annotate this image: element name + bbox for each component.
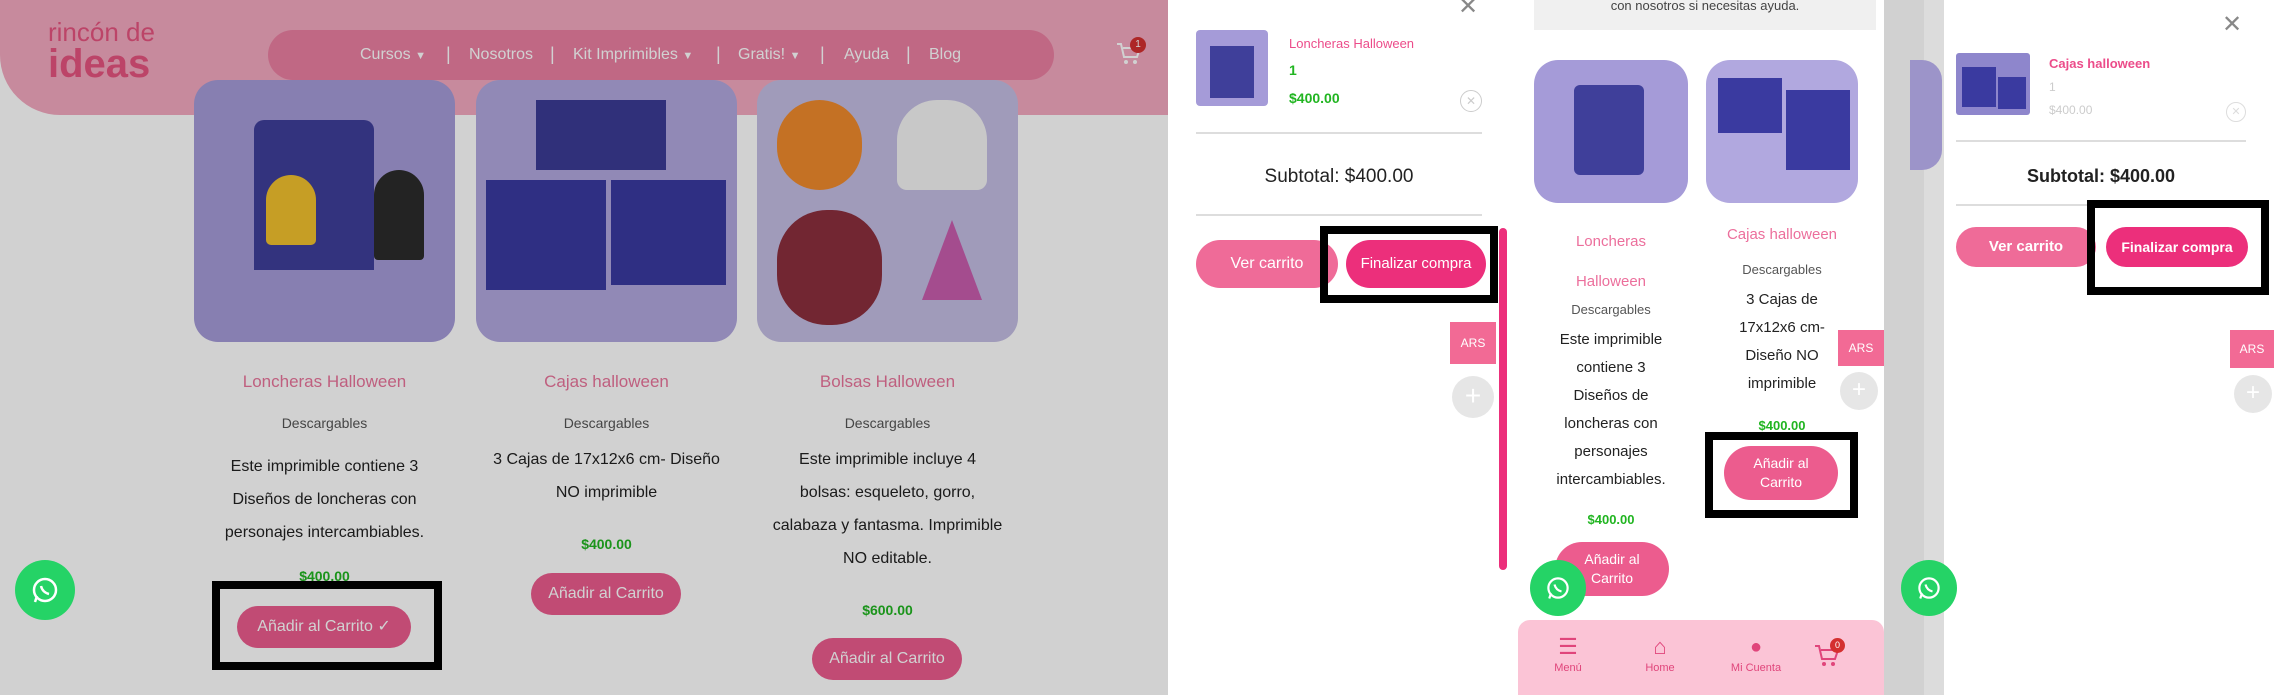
mobile-page: con nosotros si necesitas ayuda. Loncher… [1518, 0, 1924, 695]
currency-badge[interactable]: ARS [1838, 330, 1884, 366]
cart-item-thumbnail[interactable] [1196, 30, 1268, 106]
product-title[interactable]: Cajas halloween [1706, 226, 1858, 243]
cart-item-price: $400.00 [2049, 103, 2093, 117]
whatsapp-button[interactable] [1530, 560, 1586, 616]
bottom-nav-home[interactable]: ⌂ Home [1630, 634, 1690, 675]
product-price: $400.00 [1758, 418, 1806, 433]
title-line: Halloween [1575, 273, 1647, 290]
cart-item-price: $400.00 [1289, 90, 1340, 106]
cart-item-title[interactable]: Cajas halloween [2049, 56, 2150, 71]
product-image-cajas[interactable] [1706, 60, 1858, 203]
product-price: $400.00 [1587, 512, 1635, 527]
product-category: Descargables [1742, 262, 1822, 277]
nav-label: Home [1645, 662, 1675, 674]
product-title[interactable]: Loncheras Halloween [1534, 222, 1688, 302]
desc-line: contiene 3 [1576, 359, 1646, 376]
page-overlay[interactable] [0, 0, 1168, 695]
nav-label: Menú [1554, 662, 1582, 674]
desc-line: 17x12x6 cm- [1739, 319, 1825, 336]
whatsapp-icon [1547, 577, 1569, 599]
whatsapp-button[interactable] [1901, 560, 1957, 616]
user-icon: ● [1749, 636, 1763, 658]
divider [1196, 132, 1482, 134]
menu-icon: ☰ [1558, 634, 1578, 659]
product-category: Descargables [1571, 302, 1651, 317]
desc-line: intercambiables. [1556, 471, 1666, 488]
title-line: Loncheras [1575, 233, 1647, 250]
add-icon[interactable]: + [2234, 375, 2272, 413]
highlight-box [1320, 226, 1498, 303]
desc-line: Este imprimible [1559, 331, 1663, 348]
bottom-nav-menu[interactable]: ☰ Menú [1538, 634, 1598, 675]
product-description: Este imprimible contiene 3 Diseños de lo… [1534, 326, 1688, 494]
highlight-box [1705, 432, 1858, 518]
desc-line: Diseños de [1573, 387, 1649, 404]
add-icon[interactable]: + [1452, 376, 1494, 418]
desc-line: imprimible [1747, 375, 1817, 392]
cart-subtotal: Subtotal: $400.00 [2026, 166, 2176, 186]
desc-line: Diseño NO [1745, 347, 1819, 364]
divider [1196, 214, 1482, 216]
help-banner: con nosotros si necesitas ayuda. [1534, 0, 1876, 30]
whatsapp-button[interactable] [15, 560, 75, 620]
desktop-page: rincón de ideas Cursos ▼ | Nosotros | Ki… [0, 0, 1168, 695]
view-cart-button[interactable]: Ver carrito [1196, 240, 1338, 288]
product-description: 3 Cajas de 17x12x6 cm- Diseño NO imprimi… [1706, 286, 1858, 398]
divider [1956, 140, 2246, 142]
currency-badge[interactable]: ARS [2230, 330, 2274, 368]
whatsapp-icon [32, 577, 58, 603]
remove-item-icon[interactable]: ✕ [1460, 90, 1482, 112]
cart-item-title[interactable]: Loncheras Halloween [1289, 36, 1414, 51]
mini-cart-panel: ✕ Cajas halloween 1 $400.00 ✕ Subtotal: … [1944, 0, 2274, 695]
cart-item-qty: 1 [2049, 80, 2056, 94]
view-cart-button[interactable]: Ver carrito [1956, 227, 2096, 267]
desc-line: personajes [1574, 443, 1648, 460]
whatsapp-icon [1918, 577, 1940, 599]
mini-cart-panel: ✕ Loncheras Halloween 1 $400.00 ✕ Subtot… [1168, 0, 1518, 695]
product-image-loncheras[interactable] [1534, 60, 1688, 203]
add-icon[interactable]: + [1840, 372, 1878, 410]
cart-subtotal: Subtotal: $400.00 [1264, 166, 1414, 187]
desc-line: 3 Cajas de [1746, 291, 1818, 308]
nav-label: Mi Cuenta [1730, 662, 1782, 674]
help-text: con nosotros si necesitas ayuda. [1610, 0, 1800, 13]
cart-item-qty: 1 [1289, 62, 1297, 78]
cart-item-thumbnail[interactable] [1956, 53, 2030, 115]
close-icon[interactable]: ✕ [2222, 10, 2242, 39]
cart-count-badge: 0 [1830, 638, 1845, 653]
background-thumbnail [1910, 60, 1942, 170]
desc-line: loncheras con [1564, 415, 1658, 432]
remove-item-icon[interactable]: ✕ [2226, 102, 2246, 122]
close-icon[interactable]: ✕ [1458, 0, 1478, 21]
highlight-box [2087, 200, 2269, 295]
bottom-nav-cart[interactable]: 0 [1814, 638, 1845, 673]
home-icon: ⌂ [1653, 634, 1667, 659]
bottom-nav-account[interactable]: ● Mi Cuenta [1716, 636, 1796, 674]
currency-badge[interactable]: ARS [1450, 322, 1496, 364]
scrollbar[interactable] [1499, 228, 1507, 570]
